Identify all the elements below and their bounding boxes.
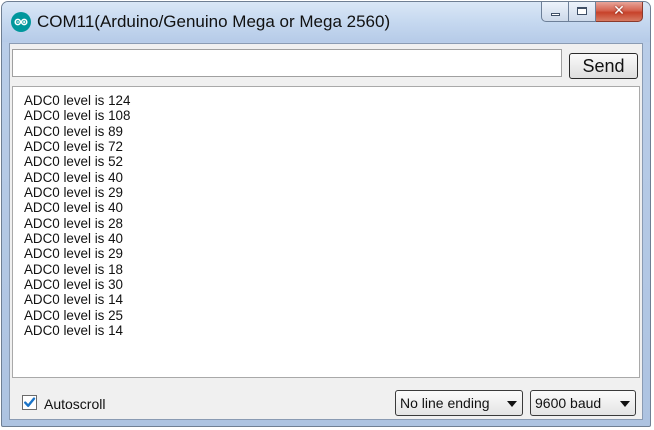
maximize-button[interactable] bbox=[569, 2, 596, 22]
autoscroll-label: Autoscroll bbox=[44, 396, 106, 412]
console-line: ADC0 level is 72 bbox=[24, 139, 123, 155]
console-line: ADC0 level is 124 bbox=[24, 93, 131, 108]
minimize-button[interactable] bbox=[541, 2, 569, 22]
line-ending-value: No line ending bbox=[400, 395, 490, 411]
checkmark-icon bbox=[24, 397, 36, 407]
close-icon: ✕ bbox=[613, 3, 625, 19]
console-line: ADC0 level is 14 bbox=[24, 323, 123, 339]
window-title: COM11(Arduino/Genuino Mega or Mega 2560) bbox=[37, 12, 391, 31]
console-line: ADC0 level is 18 bbox=[24, 261, 123, 277]
baud-rate-value: 9600 baud bbox=[535, 395, 602, 411]
window-controls: ✕ bbox=[541, 2, 643, 24]
serial-output-console[interactable]: ADC0 level is 124 ADC0 level is 108 ADC0… bbox=[12, 86, 640, 378]
console-line: ADC0 level is 89 bbox=[24, 123, 123, 139]
serial-send-input[interactable] bbox=[12, 49, 562, 77]
console-line: ADC0 level is 108 bbox=[24, 108, 131, 124]
arduino-logo-icon bbox=[11, 12, 31, 32]
console-line: ADC0 level is 29 bbox=[24, 185, 123, 201]
baud-rate-select[interactable]: 9600 baud bbox=[530, 390, 636, 416]
console-line: ADC0 level is 40 bbox=[24, 231, 123, 247]
minimize-icon bbox=[551, 13, 560, 16]
footer-bar: Autoscroll No line ending 9600 baud bbox=[12, 385, 640, 421]
console-line: ADC0 level is 25 bbox=[24, 307, 123, 323]
console-line: ADC0 level is 40 bbox=[24, 200, 123, 216]
console-line: ADC0 level is 30 bbox=[24, 277, 123, 293]
console-line: ADC0 level is 29 bbox=[24, 246, 123, 262]
close-button[interactable]: ✕ bbox=[596, 2, 643, 22]
title-bar[interactable]: COM11(Arduino/Genuino Mega or Mega 2560)… bbox=[2, 2, 650, 42]
dropdown-arrow-icon bbox=[507, 401, 517, 407]
console-line: ADC0 level is 28 bbox=[24, 215, 123, 231]
line-ending-select[interactable]: No line ending bbox=[395, 390, 523, 416]
maximize-icon bbox=[577, 7, 587, 15]
console-line: ADC0 level is 40 bbox=[24, 169, 123, 185]
autoscroll-checkbox[interactable] bbox=[22, 395, 37, 410]
console-line: ADC0 level is 52 bbox=[24, 154, 123, 170]
send-button[interactable]: Send bbox=[569, 53, 638, 79]
console-line: ADC0 level is 14 bbox=[24, 292, 123, 308]
dropdown-arrow-icon bbox=[620, 401, 630, 407]
